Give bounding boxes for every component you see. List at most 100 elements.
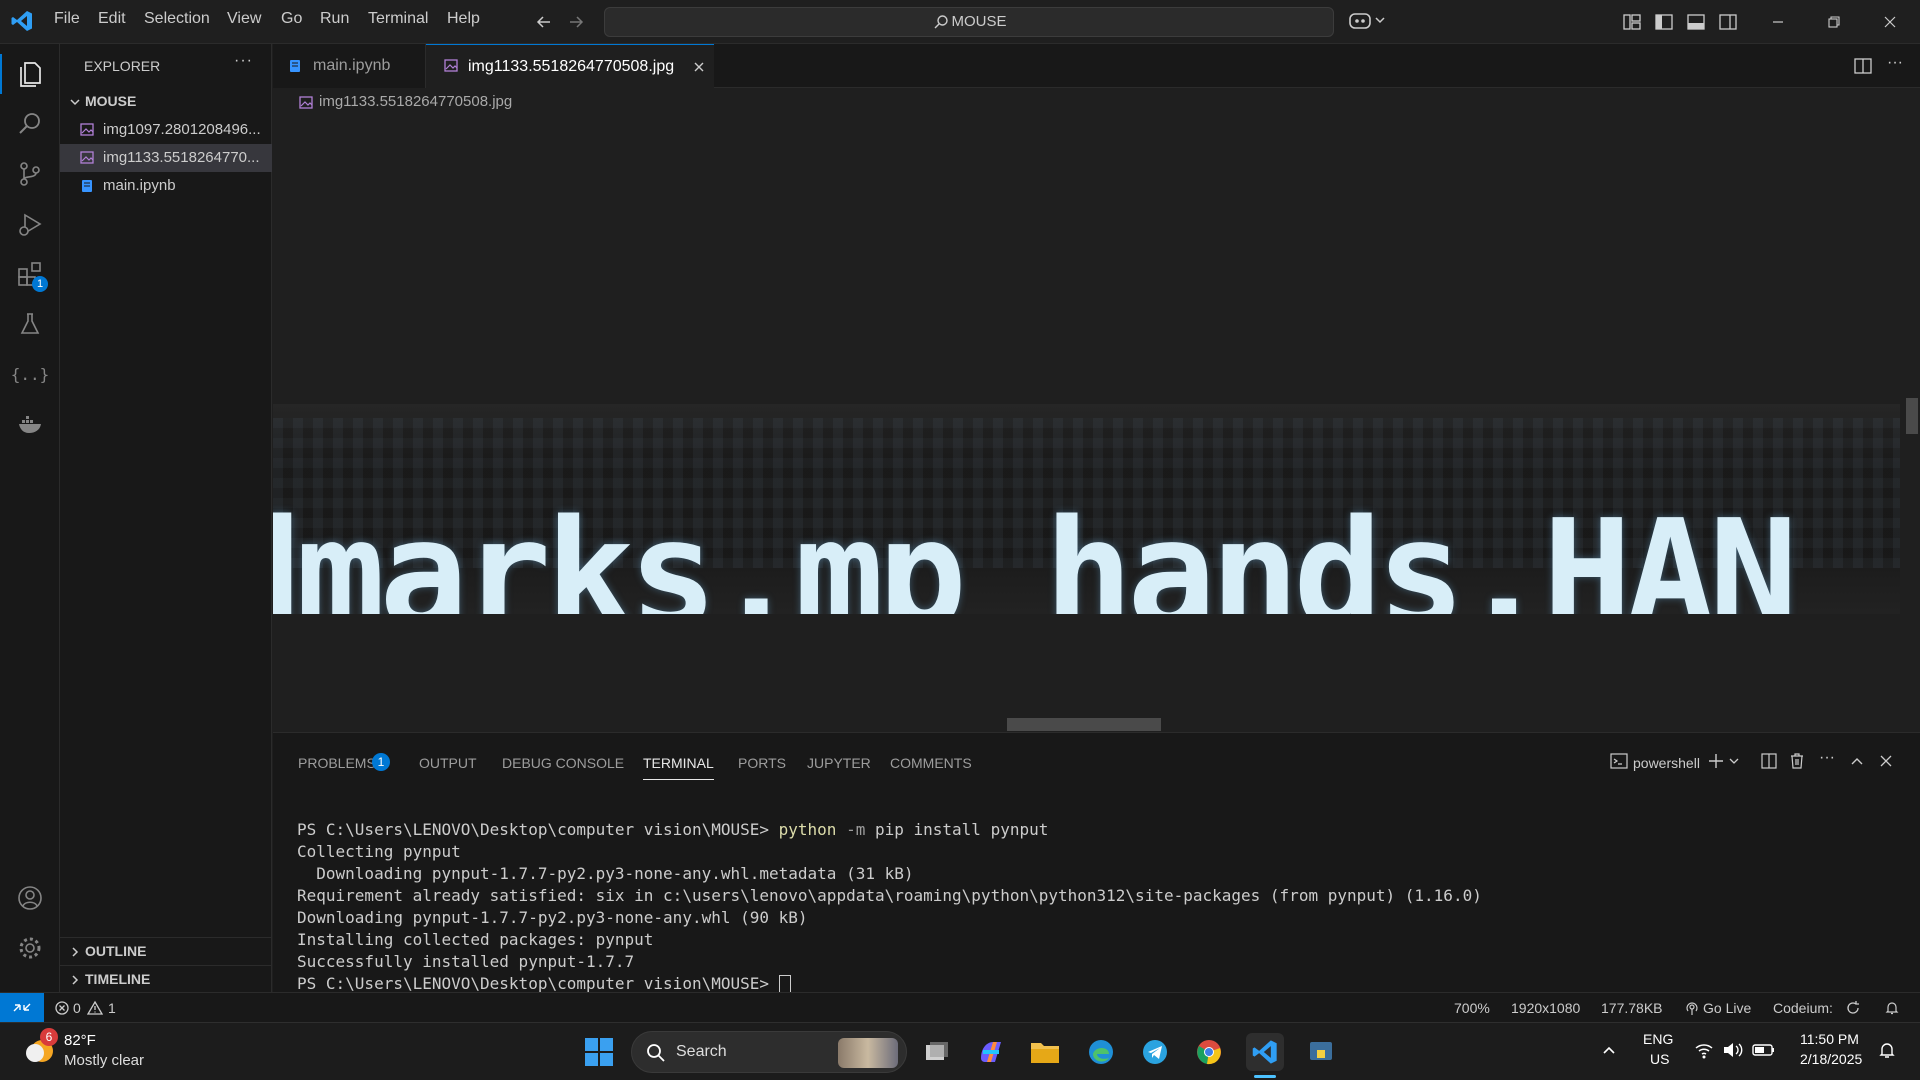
volume-icon[interactable] [1722,1041,1744,1059]
more-actions-icon[interactable]: ··· [234,52,253,70]
extensions-icon[interactable]: 1 [10,254,50,294]
tab-ports[interactable]: PORTS [738,755,786,771]
menu-file[interactable]: File [54,10,80,28]
taskbar-search-box[interactable]: Search [631,1031,907,1073]
timeline-section[interactable]: TIMELINE [60,965,272,992]
close-window-icon[interactable] [1880,12,1900,32]
notification-bell-icon[interactable] [1877,1040,1897,1060]
folder-mouse[interactable]: MOUSE [60,88,272,116]
vscode-taskbar-icon[interactable] [1246,1033,1284,1071]
tab-main-ipynb[interactable]: main.ipynb [273,44,426,88]
clock-date[interactable]: 2/18/2025 [1800,1051,1862,1067]
back-arrow-icon[interactable] [534,12,554,32]
settings-gear-icon[interactable] [10,928,50,968]
command-center[interactable]: MOUSE [604,7,1334,37]
language-primary[interactable]: ENG [1643,1031,1673,1047]
tab-debug-console[interactable]: DEBUG CONSOLE [502,755,624,771]
wifi-icon[interactable] [1694,1041,1714,1059]
image-file-icon [444,59,458,72]
menu-view[interactable]: View [227,10,261,28]
edge-icon[interactable] [1082,1033,1120,1071]
chrome-icon[interactable] [1190,1033,1228,1071]
menu-selection[interactable]: Selection [144,10,210,28]
extensions-badge: 1 [32,276,48,292]
image-preview[interactable]: dmarks,mp_hands.HAN [273,116,1920,732]
more-actions-icon[interactable]: ··· [1819,749,1835,767]
python-app-icon[interactable] [1302,1033,1340,1071]
error-count[interactable]: 0 [73,1000,81,1016]
codeium-status[interactable]: Codeium: [1773,1000,1833,1016]
go-live-button[interactable]: Go Live [1703,1000,1751,1016]
bell-icon[interactable] [1884,1000,1900,1016]
task-view-icon[interactable] [918,1033,956,1071]
terminal-line: Downloading pynput-1.7.7-py2.py3-none-an… [297,864,914,883]
run-debug-icon[interactable] [10,204,50,244]
json-braces-icon[interactable]: {..} [10,354,50,394]
menu-run[interactable]: Run [320,10,349,28]
tab-img1133[interactable]: img1133.5518264770508.jpg [426,44,714,89]
breadcrumb-file[interactable]: img1133.5518264770508.jpg [319,93,512,110]
toggle-secondary-sidebar-icon[interactable] [1718,12,1738,32]
menu-terminal[interactable]: Terminal [368,10,428,28]
shell-name[interactable]: powershell [1633,755,1700,771]
menu-go[interactable]: Go [281,10,302,28]
docker-icon[interactable] [10,404,50,444]
source-control-icon[interactable] [10,154,50,194]
search-icon[interactable] [10,104,50,144]
weather-temp[interactable]: 82°F [64,1032,96,1049]
close-tab-icon[interactable] [692,60,706,74]
restore-icon[interactable] [1824,12,1844,32]
toggle-sidebar-icon[interactable] [1654,12,1674,32]
language-region[interactable]: US [1650,1051,1669,1067]
explorer-icon[interactable] [0,54,50,94]
tab-jupyter[interactable]: JUPYTER [807,755,871,771]
folder-label: MOUSE [85,93,137,109]
horizontal-scroll-thumb[interactable] [1007,718,1161,731]
error-icon[interactable] [54,1000,70,1016]
warning-count[interactable]: 1 [108,1000,116,1016]
horizontal-scrollbar[interactable] [273,716,1902,732]
split-terminal-icon[interactable] [1759,751,1779,771]
file-explorer-icon[interactable] [1026,1033,1064,1071]
file-item-img1097[interactable]: img1097.2801208496... [60,116,272,144]
minimize-icon[interactable] [1768,12,1788,32]
clock-time[interactable]: 11:50 PM [1800,1031,1859,1047]
vertical-scroll-thumb[interactable] [1906,398,1918,434]
close-panel-icon[interactable] [1876,751,1896,771]
testing-flask-icon[interactable] [10,304,50,344]
menu-help[interactable]: Help [447,10,480,28]
outline-section[interactable]: OUTLINE [60,937,272,964]
copilot-app-icon[interactable] [972,1033,1010,1071]
vertical-scrollbar[interactable] [1902,116,1920,716]
new-terminal-icon[interactable] [1707,751,1743,771]
forward-arrow-icon[interactable] [566,12,586,32]
broadcast-icon[interactable] [1684,1000,1700,1016]
windows-start-icon[interactable] [580,1033,618,1071]
zoom-level[interactable]: 700% [1454,1000,1490,1016]
problems-badge: 1 [372,753,390,771]
customize-layout-icon[interactable] [1622,12,1642,32]
accounts-icon[interactable] [10,878,50,918]
refresh-icon[interactable] [1845,1000,1861,1016]
terminal-line: Installing collected packages: pynput [297,930,654,949]
tab-terminal[interactable]: TERMINAL [643,755,714,780]
tab-comments[interactable]: COMMENTS [890,755,972,771]
copilot-icon[interactable] [1348,10,1388,32]
trash-icon[interactable] [1787,751,1807,771]
remote-indicator[interactable] [0,993,44,1022]
split-editor-icon[interactable] [1853,56,1873,76]
chevron-up-icon[interactable] [1600,1041,1618,1059]
tab-problems[interactable]: PROBLEMS [298,755,376,771]
battery-icon[interactable] [1752,1042,1776,1058]
warning-icon[interactable] [87,1000,103,1016]
weather-desc[interactable]: Mostly clear [64,1052,144,1069]
file-item-main-ipynb[interactable]: main.ipynb [60,172,272,200]
toggle-panel-icon[interactable] [1686,12,1706,32]
tab-output[interactable]: OUTPUT [419,755,477,771]
telegram-icon[interactable] [1136,1033,1174,1071]
terminal-output[interactable]: PS C:\Users\LENOVO\Desktop\computer visi… [297,819,1897,995]
more-actions-icon[interactable]: ··· [1887,54,1903,72]
maximize-panel-icon[interactable] [1847,751,1867,771]
file-item-img1133[interactable]: img1133.5518264770... [60,144,272,172]
menu-edit[interactable]: Edit [98,10,126,28]
